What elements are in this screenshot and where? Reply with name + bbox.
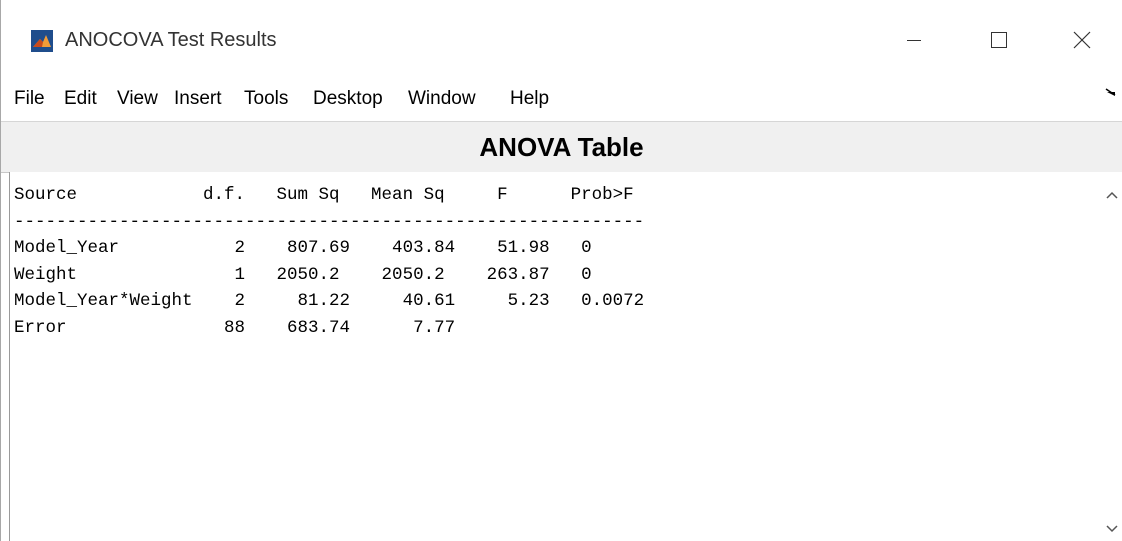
minimize-button[interactable] (891, 22, 937, 58)
chevron-down-icon (1105, 525, 1118, 533)
menu-desktop[interactable]: Desktop (313, 86, 383, 112)
maximize-icon (991, 32, 1007, 48)
menu-insert[interactable]: Insert (174, 86, 222, 112)
table-row: Model_Year 2 807.69 403.84 51.98 0 (14, 238, 592, 258)
menu-edit[interactable]: Edit (64, 86, 97, 112)
title-bar[interactable]: ANOCOVA Test Results (1, 0, 1122, 80)
minimize-icon (907, 40, 921, 41)
dock-arrow-icon[interactable] (1105, 86, 1119, 100)
menu-tools[interactable]: Tools (244, 86, 288, 112)
scroll-down-button[interactable] (1101, 520, 1122, 538)
matlab-icon (31, 30, 53, 52)
table-title: ANOVA Table (1, 121, 1122, 173)
chevron-up-icon (1105, 191, 1118, 199)
window-title: ANOCOVA Test Results (65, 29, 277, 51)
table-row: Weight 1 2050.2 2050.2 263.87 0 (14, 264, 592, 285)
table-row: Error 88 683.74 7.77 (14, 317, 456, 338)
scroll-up-button[interactable] (1101, 186, 1122, 204)
menu-bar: File Edit View Insert Tools Desktop Wind… (1, 80, 1122, 116)
vertical-scrollbar[interactable] (1101, 172, 1122, 541)
table-separator: ----------------------------------------… (14, 211, 645, 232)
figure-window: ANOCOVA Test Results File Edit View Inse… (0, 0, 1122, 541)
close-icon (1073, 31, 1091, 49)
maximize-button[interactable] (976, 22, 1022, 58)
menu-help[interactable]: Help (510, 86, 549, 112)
anova-text-area[interactable]: Source d.f. Sum Sq Mean Sq F Prob>F -----… (9, 172, 1115, 541)
menu-view[interactable]: View (117, 86, 158, 112)
menu-window[interactable]: Window (408, 86, 476, 112)
menu-file[interactable]: File (14, 86, 45, 112)
table-row: Model_Year*Weight 2 81.22 40.61 5.23 0.0… (14, 291, 645, 311)
close-button[interactable] (1059, 22, 1105, 58)
anova-table-text: Source d.f. Sum Sq Mean Sq F Prob>F -----… (14, 182, 644, 341)
table-header-row: Source d.f. Sum Sq Mean Sq F Prob>F (14, 185, 634, 205)
